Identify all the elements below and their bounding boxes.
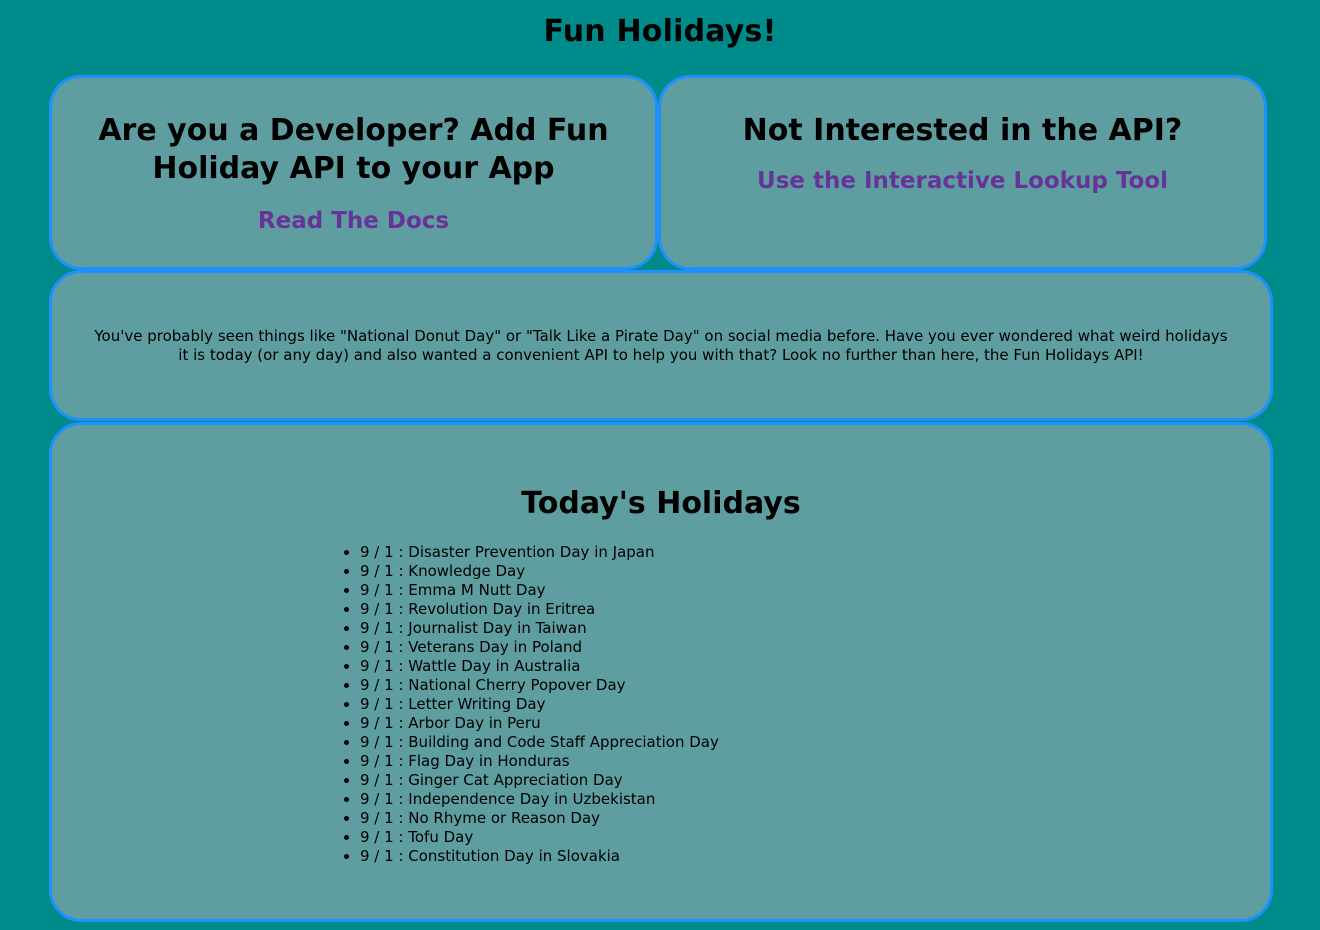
- list-item: 9 / 1 : National Cherry Popover Day: [360, 676, 719, 695]
- list-item: 9 / 1 : Tofu Day: [360, 828, 719, 847]
- list-item: 9 / 1 : Journalist Day in Taiwan: [360, 619, 719, 638]
- about-text: You've probably seen things like "Nation…: [94, 327, 1228, 364]
- list-item: 9 / 1 : Knowledge Day: [360, 562, 719, 581]
- page-title: Fun Holidays!: [543, 14, 777, 49]
- list-item: 9 / 1 : Veterans Day in Poland: [360, 638, 719, 657]
- list-item: 9 / 1 : Flag Day in Honduras: [360, 752, 719, 771]
- interactive-lookup-tool-link[interactable]: Use the Interactive Lookup Tool: [757, 168, 1168, 194]
- list-item: 9 / 1 : Disaster Prevention Day in Japan: [360, 543, 719, 562]
- todays-holidays-card: Today's Holidays 9 / 1 : Disaster Preven…: [49, 422, 1273, 922]
- list-item: 9 / 1 : Revolution Day in Eritrea: [360, 600, 719, 619]
- lookup-tool-card-heading: Not Interested in the API?: [742, 113, 1183, 148]
- list-item: 9 / 1 : Letter Writing Day: [360, 695, 719, 714]
- developer-card: Are you a Developer? Add Fun Holiday API…: [49, 75, 658, 270]
- list-item: 9 / 1 : Constitution Day in Slovakia: [360, 847, 719, 866]
- about-card: You've probably seen things like "Nation…: [49, 270, 1273, 421]
- holiday-list: 9 / 1 : Disaster Prevention Day in Japan…: [340, 543, 719, 866]
- list-item: 9 / 1 : No Rhyme or Reason Day: [360, 809, 719, 828]
- lookup-tool-card: Not Interested in the API? Use the Inter…: [658, 75, 1267, 270]
- list-item: 9 / 1 : Wattle Day in Australia: [360, 657, 719, 676]
- developer-card-heading: Are you a Developer? Add Fun Holiday API…: [98, 113, 609, 186]
- list-item: 9 / 1 : Independence Day in Uzbekistan: [360, 790, 719, 809]
- todays-holidays-heading: Today's Holidays: [521, 486, 801, 521]
- list-item: 9 / 1 : Emma M Nutt Day: [360, 581, 719, 600]
- list-item: 9 / 1 : Ginger Cat Appreciation Day: [360, 771, 719, 790]
- read-the-docs-link[interactable]: Read The Docs: [258, 208, 449, 234]
- list-item: 9 / 1 : Building and Code Staff Apprecia…: [360, 733, 719, 752]
- list-item: 9 / 1 : Arbor Day in Peru: [360, 714, 719, 733]
